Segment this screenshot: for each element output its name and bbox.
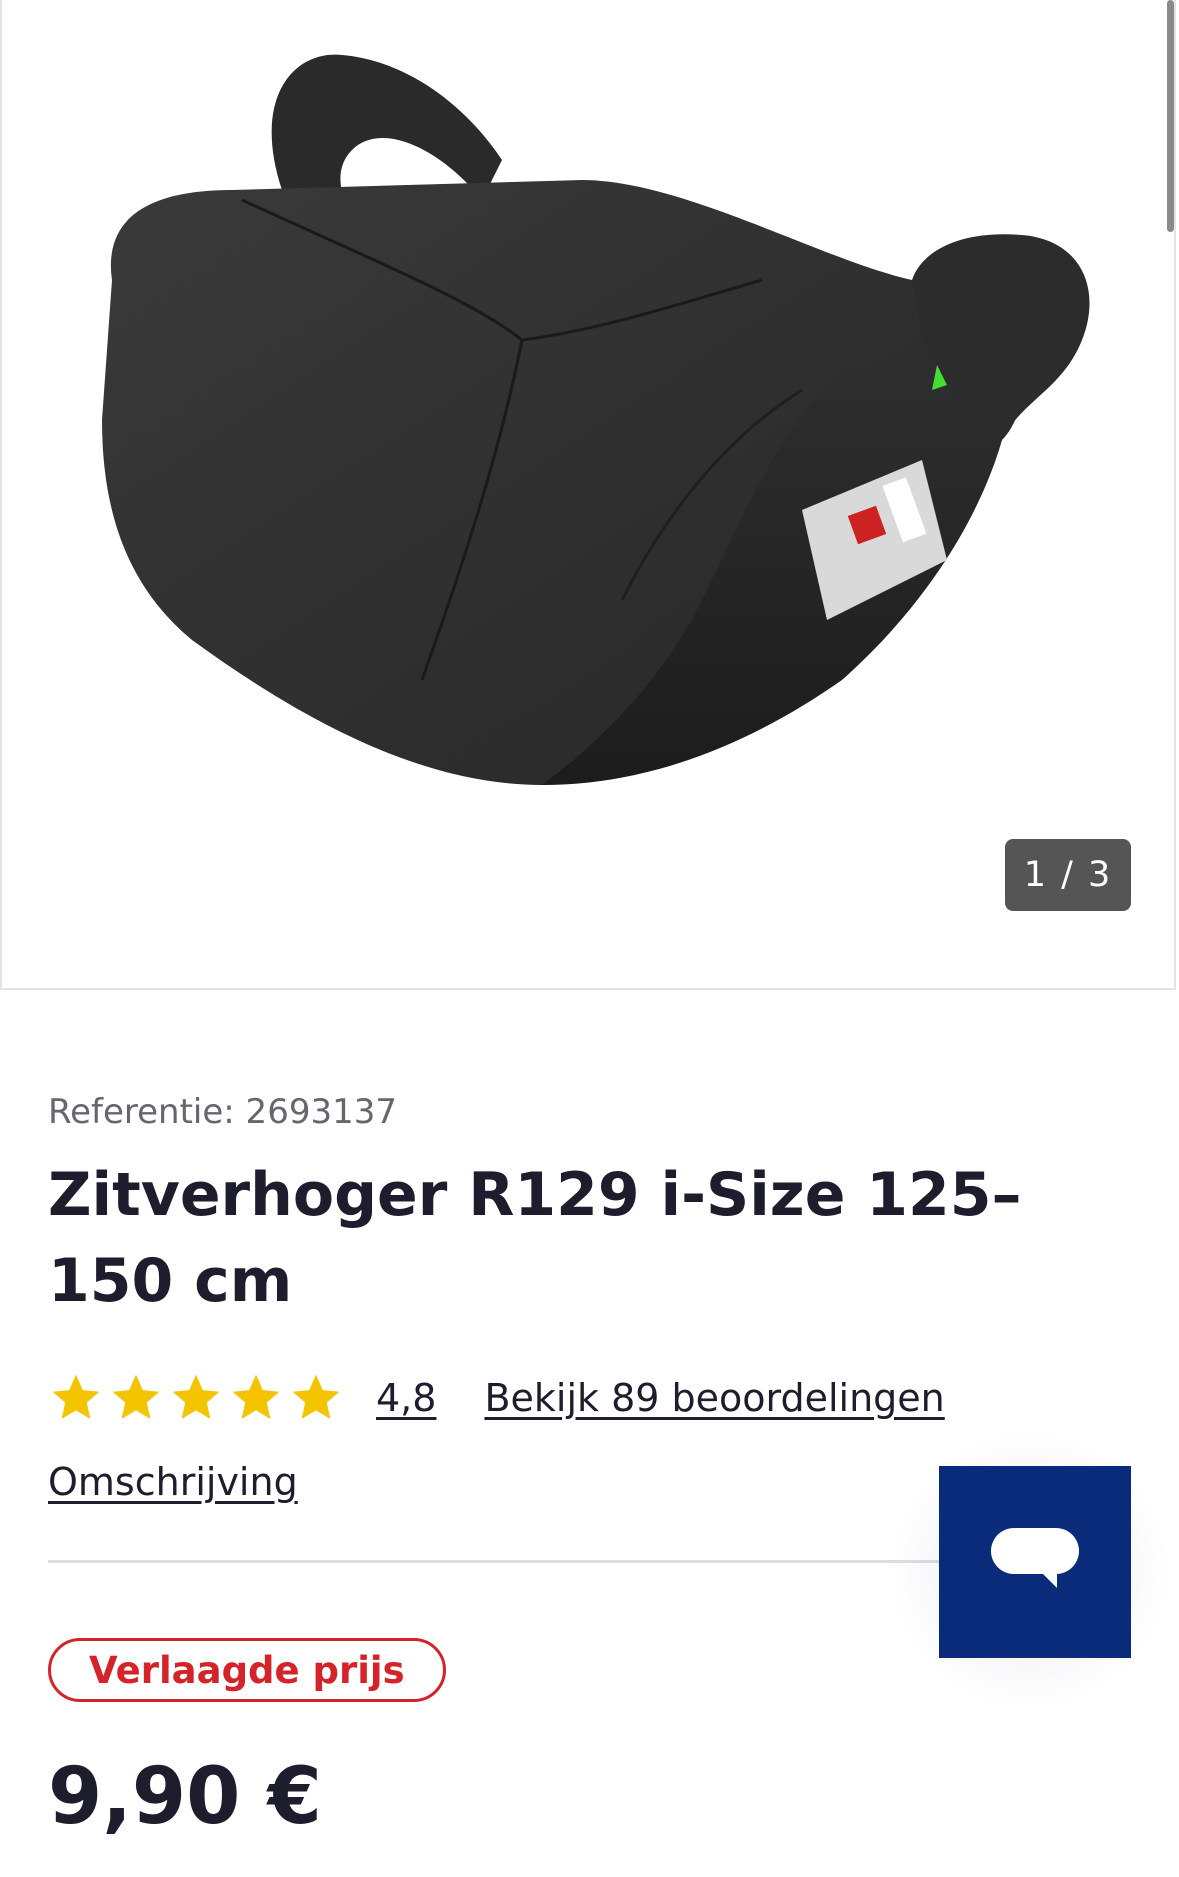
product-image[interactable] [42,40,1152,840]
rating-row: 4,8 Bekijk 89 beoordelingen [48,1370,945,1426]
star-icon [292,1374,340,1419]
product-gallery[interactable]: 1 / 3 [0,0,1176,990]
reduced-price-badge: Verlaagde prijs [48,1638,446,1702]
product-page: 1 / 3 Referentie: 2693137 Zitverhoger R1… [0,0,1179,1877]
star-icon [172,1374,220,1419]
product-title: Zitverhoger R129 i-Size 125–150 cm [48,1160,1022,1316]
divider [48,1560,948,1563]
chat-button[interactable] [939,1466,1131,1658]
rating-value-link[interactable]: 4,8 [376,1376,436,1420]
star-icon [52,1374,100,1419]
reviews-link[interactable]: Bekijk 89 beoordelingen [484,1376,944,1420]
star-icon [232,1374,280,1419]
product-price: 9,90 € [48,1752,322,1842]
description-link[interactable]: Omschrijving [48,1460,298,1504]
chat-bubble-icon [991,1528,1079,1588]
image-counter: 1 / 3 [1005,839,1131,911]
gallery-scrollbar[interactable] [1167,0,1174,232]
star-icon [112,1374,160,1419]
rating-stars [48,1370,344,1426]
product-reference: Referentie: 2693137 [48,1092,397,1132]
